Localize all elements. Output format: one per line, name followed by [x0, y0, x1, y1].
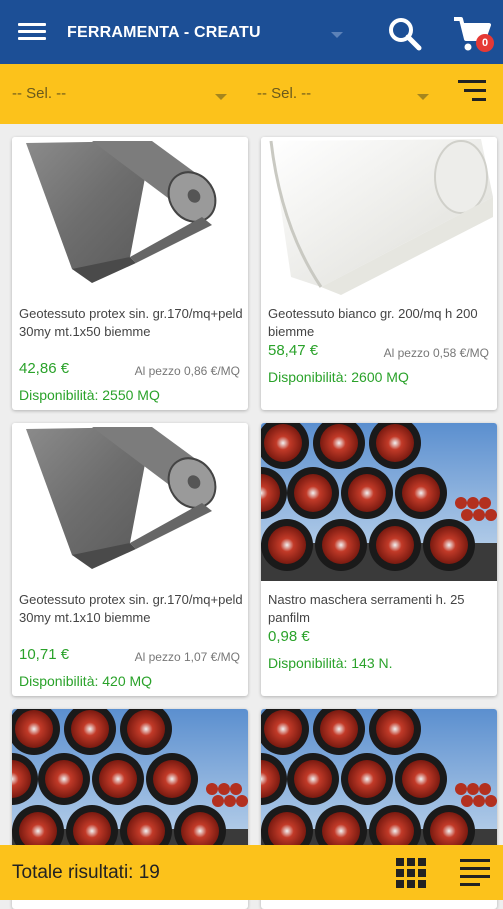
- results-count: Totale risultati: 19: [12, 862, 160, 883]
- cart-count-badge: 0: [476, 34, 494, 52]
- chevron-down-icon: [215, 94, 227, 100]
- product-image: [12, 137, 248, 295]
- filter-select-2-label: -- Sel. --: [257, 85, 312, 102]
- search-icon[interactable]: [388, 17, 422, 51]
- product-price: 0,98 €: [268, 628, 310, 645]
- product-card[interactable]: Geotessuto protex sin. gr.170/mq+peld 30…: [12, 137, 248, 410]
- product-name: Nastro maschera serramenti h. 25 panfilm: [268, 592, 465, 625]
- top-app-bar: FERRAMENTA - CREATU 0: [0, 0, 503, 64]
- product-unit-price: Al pezzo 0,86 €/MQ: [134, 364, 240, 378]
- product-name: Geotessuto protex sin. gr.170/mq+peld 30…: [19, 306, 243, 339]
- product-price: 10,71 €: [19, 646, 70, 663]
- product-card[interactable]: Nastro maschera serramenti h. 25 panfilm…: [261, 423, 497, 696]
- filter-select-1[interactable]: -- Sel. --: [12, 74, 232, 114]
- product-unit-price: Al pezzo 0,58 €/MQ: [383, 346, 489, 360]
- product-name: Geotessuto protex sin. gr.170/mq+peld 30…: [19, 592, 243, 625]
- product-availability: Disponibilità: 143 N.: [268, 655, 393, 671]
- product-availability: Disponibilità: 2550 MQ: [19, 387, 160, 403]
- grid-view-icon[interactable]: [396, 858, 426, 888]
- product-name: Geotessuto bianco gr. 200/mq h 200 biemm…: [268, 306, 478, 339]
- store-title-dropdown[interactable]: FERRAMENTA - CREATU: [67, 24, 261, 42]
- chevron-down-icon[interactable]: [331, 32, 343, 38]
- product-card[interactable]: Geotessuto bianco gr. 200/mq h 200 biemm…: [261, 137, 497, 410]
- product-image: [261, 709, 497, 867]
- product-availability: Disponibilità: 420 MQ: [19, 673, 153, 689]
- product-price: 58,47 €: [268, 342, 319, 359]
- filter-bar: -- Sel. -- -- Sel. --: [0, 64, 503, 124]
- chevron-down-icon: [417, 94, 429, 100]
- hamburger-menu-icon[interactable]: [18, 20, 46, 44]
- list-view-icon[interactable]: [460, 859, 490, 887]
- product-image: [261, 423, 497, 581]
- product-image: [12, 423, 248, 581]
- bottom-bar: Totale risultati: 19: [0, 845, 503, 900]
- product-image: [12, 709, 248, 867]
- product-unit-price: Al pezzo 1,07 €/MQ: [134, 650, 240, 664]
- product-card[interactable]: Geotessuto protex sin. gr.170/mq+peld 30…: [12, 423, 248, 696]
- product-image: [261, 137, 497, 295]
- product-availability: Disponibilità: 2600 MQ: [268, 369, 409, 385]
- product-price: 42,86 €: [19, 360, 70, 377]
- sort-icon[interactable]: [458, 80, 486, 106]
- filter-select-1-label: -- Sel. --: [12, 85, 67, 102]
- filter-select-2[interactable]: -- Sel. --: [257, 74, 437, 114]
